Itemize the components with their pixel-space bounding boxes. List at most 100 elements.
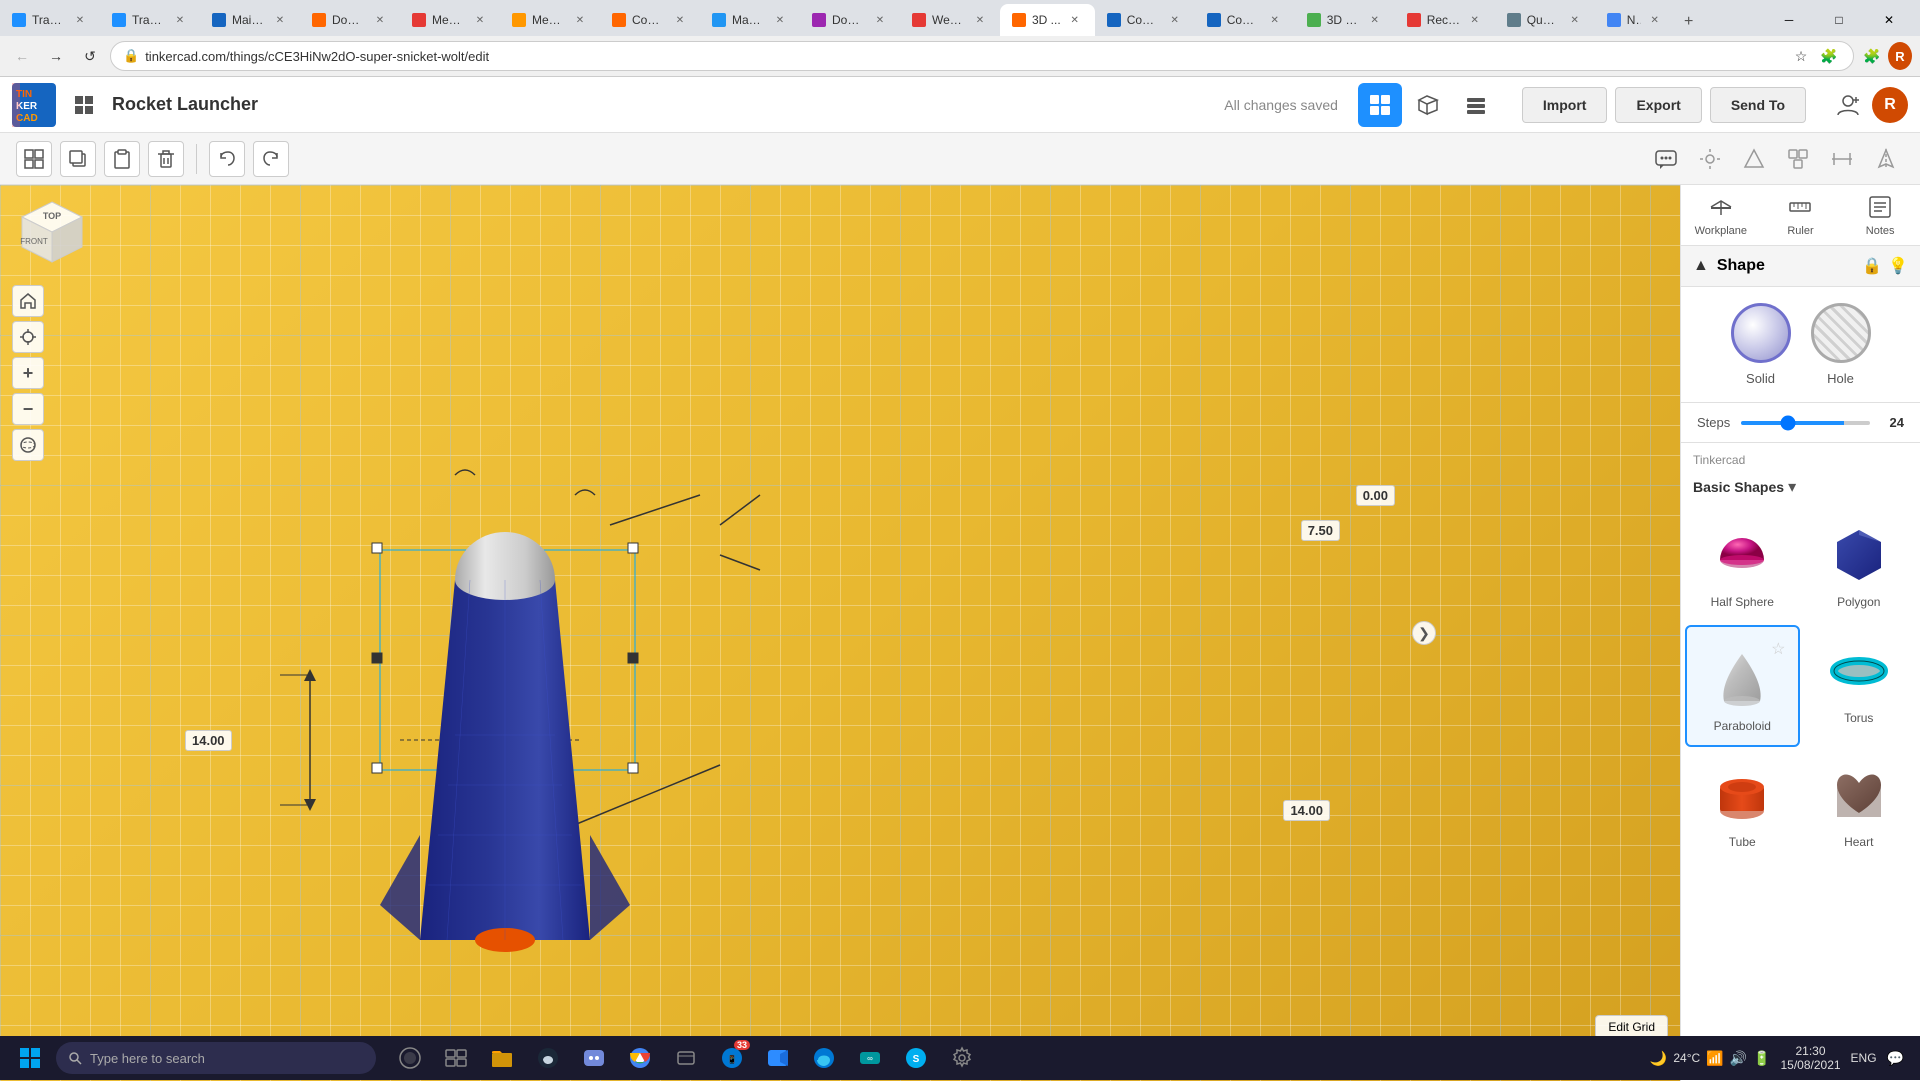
taskbar-edge[interactable] <box>802 1036 846 1080</box>
steps-slider[interactable] <box>1741 421 1870 425</box>
tab-conte[interactable]: Conte... ✕ <box>600 4 700 36</box>
bookmark-button[interactable]: ☆ <box>1789 44 1813 68</box>
taskbar-taskview[interactable] <box>434 1036 478 1080</box>
maximize-button[interactable]: □ <box>1816 4 1862 36</box>
tab-workplane[interactable]: Workplane <box>1681 185 1761 245</box>
tab-close-active[interactable]: ✕ <box>1067 12 1083 28</box>
tab-close[interactable]: ✕ <box>1647 12 1663 28</box>
tab-close[interactable]: ✕ <box>872 12 888 28</box>
tab-close[interactable]: ✕ <box>1167 12 1183 28</box>
menu-grid-button[interactable] <box>68 89 100 121</box>
tab-com[interactable]: Com... ✕ <box>1195 4 1295 36</box>
view-cube[interactable]: TOP FRONT <box>12 197 92 277</box>
viewport[interactable]: TOP FRONT <box>0 185 1680 1081</box>
panel-collapse-button[interactable]: ❯ <box>1412 621 1436 645</box>
layers-button[interactable] <box>1454 83 1498 127</box>
view-grid-button[interactable] <box>1358 83 1402 127</box>
tab-close[interactable]: ✕ <box>1367 12 1383 28</box>
shape-button[interactable] <box>1736 141 1772 177</box>
volume-icon[interactable]: 🔊 <box>1730 1050 1747 1067</box>
tab-webr[interactable]: Webr... ✕ <box>900 4 1000 36</box>
night-mode-icon[interactable]: 🌙 <box>1650 1050 1667 1067</box>
tab-close[interactable]: ✕ <box>272 12 288 28</box>
taskbar-cortana[interactable] <box>388 1036 432 1080</box>
taskbar-chrome[interactable] <box>618 1036 662 1080</box>
zoom-out-button[interactable]: − <box>12 393 44 425</box>
tab-traduli-2[interactable]: Tradu... ✕ <box>100 4 200 36</box>
shape-item-polygon[interactable]: Polygon <box>1802 509 1917 623</box>
minimize-button[interactable]: ─ <box>1766 4 1812 36</box>
tab-coml[interactable]: Coml... ✕ <box>1095 4 1195 36</box>
add-user-button[interactable] <box>1830 87 1866 123</box>
tab-mail[interactable]: Mail -... ✕ <box>200 4 300 36</box>
solid-option[interactable]: Solid <box>1731 303 1791 386</box>
tab-close[interactable]: ✕ <box>772 12 788 28</box>
refresh-button[interactable]: ↺ <box>76 42 104 70</box>
extensions-icon[interactable]: 🧩 <box>1860 44 1884 68</box>
favorite-icon[interactable]: ☆ <box>1771 639 1785 659</box>
zoom-in-button[interactable]: + <box>12 357 44 389</box>
taskbar-skype[interactable]: S <box>894 1036 938 1080</box>
clock[interactable]: 21:30 15/08/2021 <box>1780 1044 1840 1072</box>
tab-close[interactable]: ✕ <box>972 12 988 28</box>
forward-button[interactable]: → <box>42 42 70 70</box>
mirror-button[interactable] <box>1868 141 1904 177</box>
profile-icon[interactable]: R <box>1888 44 1912 68</box>
taskbar-item-8[interactable]: 📱 33 <box>710 1036 754 1080</box>
battery-icon[interactable]: 🔋 <box>1753 1050 1770 1067</box>
shape-item-heart[interactable]: Heart <box>1802 749 1917 863</box>
library-dropdown-button[interactable]: ▾ <box>1788 477 1796 497</box>
new-shape-button[interactable] <box>16 141 52 177</box>
start-button[interactable] <box>8 1036 52 1080</box>
new-tab-button[interactable]: + <box>1675 8 1703 36</box>
tab-notes[interactable]: Notes <box>1840 185 1920 245</box>
tab-close[interactable]: ✕ <box>372 12 388 28</box>
address-bar[interactable]: 🔒 tinkercad.com/things/cCE3HiNw2dO-super… <box>110 41 1854 71</box>
shape-item-half-sphere[interactable]: Half Sphere <box>1685 509 1800 623</box>
shape-collapse-button[interactable]: ▲ <box>1693 257 1709 275</box>
export-button[interactable]: Export <box>1615 87 1701 123</box>
home-view-button[interactable] <box>12 285 44 317</box>
wifi-icon[interactable]: 📶 <box>1706 1050 1723 1067</box>
tab-3d-active[interactable]: 3D ... ✕ <box>1000 4 1095 36</box>
copy-button[interactable] <box>60 141 96 177</box>
tab-ruler[interactable]: Ruler <box>1761 185 1841 245</box>
tab-close[interactable]: ✕ <box>172 12 188 28</box>
delete-button[interactable] <box>148 141 184 177</box>
light-button[interactable] <box>1692 141 1728 177</box>
tab-make[interactable]: Make... ✕ <box>700 4 800 36</box>
undo-button[interactable] <box>209 141 245 177</box>
orbit-button[interactable] <box>12 429 44 461</box>
extensions-button[interactable]: 🧩 <box>1817 44 1841 68</box>
taskbar-explorer[interactable] <box>480 1036 524 1080</box>
sendto-button[interactable]: Send To <box>1710 87 1806 123</box>
taskbar-search[interactable]: Type here to search <box>56 1042 376 1074</box>
view-cube-svg[interactable]: TOP FRONT <box>12 197 92 277</box>
tab-recib[interactable]: Recib... ✕ <box>1395 4 1495 36</box>
user-avatar[interactable]: R <box>1872 87 1908 123</box>
tab-qube[interactable]: Qube... ✕ <box>1495 4 1595 36</box>
tab-new[interactable]: New ✕ <box>1595 4 1675 36</box>
tab-traduli-1[interactable]: Tradu... ✕ <box>0 4 100 36</box>
shape-item-paraboloid[interactable]: ☆ <box>1685 625 1800 747</box>
tab-3dpr[interactable]: 3D Pr... ✕ <box>1295 4 1395 36</box>
taskbar-steam[interactable] <box>526 1036 570 1080</box>
align-button[interactable] <box>1824 141 1860 177</box>
fit-view-button[interactable] <box>12 321 44 353</box>
redo-button[interactable] <box>253 141 289 177</box>
tab-close[interactable]: ✕ <box>472 12 488 28</box>
taskbar-arduino[interactable]: ∞ <box>848 1036 892 1080</box>
tab-close[interactable]: ✕ <box>1267 12 1283 28</box>
hole-option[interactable]: Hole <box>1811 303 1871 386</box>
import-button[interactable]: Import <box>1522 87 1608 123</box>
paste-button[interactable] <box>104 141 140 177</box>
shape-item-tube[interactable]: Tube <box>1685 749 1800 863</box>
back-button[interactable]: ← <box>8 42 36 70</box>
transform-button[interactable] <box>1406 83 1450 127</box>
taskbar-discord[interactable] <box>572 1036 616 1080</box>
notification-icon[interactable]: 💬 <box>1887 1050 1904 1067</box>
tab-close[interactable]: ✕ <box>1567 12 1583 28</box>
view-chat-button[interactable] <box>1648 141 1684 177</box>
taskbar-item-7[interactable] <box>664 1036 708 1080</box>
lock-icon[interactable]: 🔒 <box>1862 256 1882 276</box>
